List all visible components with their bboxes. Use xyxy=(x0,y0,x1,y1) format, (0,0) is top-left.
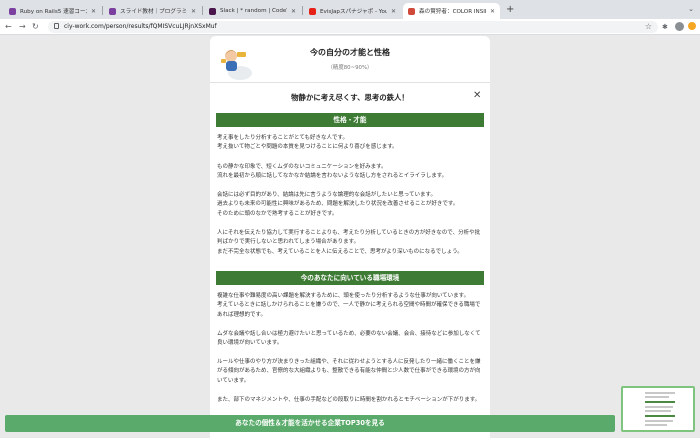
extension-icon[interactable] xyxy=(688,22,696,30)
personality-paragraph: もの静かな印象で、短くムダのないコミュニケーションを好みます。 流れを最初から順… xyxy=(217,164,448,180)
close-tab-icon[interactable]: ✕ xyxy=(391,8,396,15)
tab-title: Ruby on Rails5 速習コース (Y xyxy=(20,9,87,15)
course-favicon-icon xyxy=(109,7,116,15)
personality-paragraph: 考え事をしたり分析することがとても好きな人です。 考え抜いて物ごとや問題の本質を… xyxy=(217,135,398,151)
tab-slack[interactable]: Slack | * random | CodeVillage ✕ xyxy=(204,3,301,19)
close-icon[interactable]: ✕ xyxy=(473,91,481,101)
new-tab-button[interactable]: + xyxy=(506,4,514,16)
forward-arrow-icon[interactable]: → xyxy=(19,21,26,33)
extensions-puzzle-icon[interactable]: ✱ xyxy=(662,22,668,32)
tab-color-inside-you[interactable]: 森の賢狩者：COLOR INSIDE YO ✕ xyxy=(403,3,500,19)
tab-divider xyxy=(302,6,303,15)
tab-title: 森の賢狩者：COLOR INSIDE YO xyxy=(419,9,486,15)
url-text: ciy-work.com/person/results/fQMISVcuLJRj… xyxy=(64,23,217,30)
lock-icon xyxy=(54,23,59,29)
tab-youtube[interactable]: EvisJapスパナジャポ - YouTu ✕ xyxy=(304,3,401,19)
tab-title: Slack | * random | CodeVillage xyxy=(220,8,287,14)
tab-title: EvisJapスパナジャポ - YouTu xyxy=(320,9,387,15)
course-favicon-icon xyxy=(9,7,16,15)
bookmark-star-icon[interactable]: ☆ xyxy=(645,21,652,33)
tab-slide-material[interactable]: スライド教材｜プログラミングの ✕ xyxy=(104,3,201,19)
header-divider xyxy=(210,82,490,83)
youtube-favicon-icon xyxy=(309,7,316,15)
section-heading-work-environment: 今のあなたに向いている職場環境 xyxy=(216,271,484,285)
top30-companies-button[interactable]: あなたの個性＆才能を活かせる企業TOP30を見る xyxy=(5,415,615,432)
personality-type-title: 物静かに考え尽くす、思考の鉄人！ xyxy=(291,93,409,102)
page-title: 今の自分の才能と性格 xyxy=(310,48,390,57)
address-bar[interactable]: ciy-work.com/person/results/fQMISVcuLJRj… xyxy=(48,21,658,33)
reload-icon[interactable]: ↻ xyxy=(32,21,39,33)
personality-paragraph: 会話には必ず目的があり、結論は先に言うような論理的な会話がしたいと思っています。… xyxy=(217,192,459,217)
environment-paragraph: また、部下のマネジメントや、仕事の手配などの段取りに時間を割かれるとモチベーショ… xyxy=(217,397,481,403)
section-heading-personality: 性格・才能 xyxy=(216,113,484,127)
page-preview-thumbnail[interactable] xyxy=(621,386,695,432)
tab-search-icon[interactable]: ⌄ xyxy=(688,5,694,13)
close-tab-icon[interactable]: ✕ xyxy=(291,8,296,15)
browser-toolbar: ← → ↻ ciy-work.com/person/results/fQMISV… xyxy=(0,19,700,35)
environment-paragraph: ルールや仕事のやり方が決まりきった組織や、それに従わせようとする人に反発したり一… xyxy=(217,359,481,384)
accuracy-note: （精度80~90%） xyxy=(327,65,373,71)
browser-tab-strip: Ruby on Rails5 速習コース (Y ✕ スライド教材｜プログラミング… xyxy=(0,0,700,19)
close-tab-icon[interactable]: ✕ xyxy=(191,8,196,15)
environment-paragraph: 複雑な仕事や難易度の高い課題を解決するために、頭を使ったり分析するような仕事が向… xyxy=(217,293,481,318)
back-arrow-icon[interactable]: ← xyxy=(5,21,12,33)
ciy-favicon-icon xyxy=(408,7,415,15)
profile-avatar[interactable] xyxy=(675,22,684,31)
close-tab-icon[interactable]: ✕ xyxy=(91,8,96,15)
tab-divider xyxy=(202,6,203,15)
slack-favicon-icon xyxy=(209,7,216,15)
tab-title: スライド教材｜プログラミングの xyxy=(120,9,187,15)
page-viewport: 今の自分の才能と性格 （精度80~90%） 物静かに考え尽くす、思考の鉄人！ ✕… xyxy=(0,36,700,438)
close-tab-icon[interactable]: ✕ xyxy=(490,8,495,15)
result-card: 今の自分の才能と性格 （精度80~90%） 物静かに考え尽くす、思考の鉄人！ ✕… xyxy=(210,36,490,438)
tab-divider xyxy=(102,6,103,15)
personality-paragraph: 人にそれを伝えたり協力して実行することよりも、考えたり分析しているときの方が好き… xyxy=(217,230,481,255)
environment-paragraph: ムダな会議や話し合いは極力避けたいと思っているため、必要のない会議、会合、接待な… xyxy=(217,331,481,347)
tab-ruby-on-rails[interactable]: Ruby on Rails5 速習コース (Y ✕ xyxy=(4,3,101,19)
